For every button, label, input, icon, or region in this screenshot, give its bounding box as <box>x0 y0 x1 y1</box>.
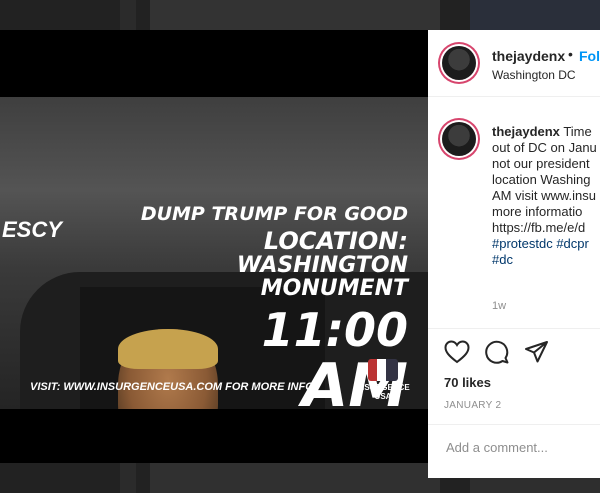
post-header: thejaydenx • Foll Washington DC <box>428 30 600 97</box>
media-line-5: 11:00 <box>261 303 408 358</box>
logo-icon <box>368 359 398 381</box>
comment-input[interactable] <box>444 439 598 456</box>
background-thumbnail <box>150 463 440 493</box>
media-left-text: ESCY <box>2 217 62 242</box>
heart-icon[interactable] <box>444 340 470 364</box>
media-line-1: DUMP TRUMP FOR GOOD <box>140 203 408 225</box>
share-icon[interactable] <box>524 340 550 364</box>
background-thumbnail <box>120 0 136 30</box>
caption-avatar[interactable] <box>442 122 476 156</box>
caption-line: not our president <box>492 156 590 171</box>
caption-username[interactable]: thejaydenx <box>492 124 560 139</box>
media-line-2: LOCATION: <box>263 226 408 255</box>
background-thumbnail <box>150 0 440 30</box>
comment-icon[interactable] <box>484 340 510 364</box>
caption-line: Time <box>563 124 592 139</box>
follow-button[interactable]: Foll <box>579 48 600 64</box>
insurgence-logo: INSURGENCE USA <box>353 359 413 401</box>
caption-line: AM visit www.insu <box>492 188 597 203</box>
caption-line: more informatio <box>492 204 583 219</box>
post-time-ago[interactable]: 1w <box>492 300 506 312</box>
post-image[interactable]: ESCY DUMP TRUMP FOR GOOD LOCATION: WASHI… <box>0 97 428 409</box>
location-link[interactable]: Washington DC <box>492 68 576 82</box>
avatar[interactable] <box>442 46 476 80</box>
username-link[interactable]: thejaydenx <box>492 48 565 64</box>
background-thumbnail <box>120 463 136 493</box>
media-footer-text: VISIT: WWW.INSURGENCEUSA.COM FOR MORE IN… <box>30 381 314 393</box>
hashtag-link[interactable]: #protestdc #dcpr <box>492 236 600 252</box>
caption-link[interactable]: https://fb.me/e/d <box>492 220 600 236</box>
caption-line: out of DC on Janu <box>492 140 597 155</box>
divider <box>428 328 600 329</box>
post-details-panel: thejaydenx • Foll Washington DC thejayde… <box>428 30 600 478</box>
media-line-3: WASHINGTON <box>236 253 408 279</box>
post-caption: thejaydenx Time out of DC on Janu not ou… <box>492 124 600 268</box>
post-date: JANUARY 2 <box>444 400 502 411</box>
likes-count[interactable]: 70 likes <box>444 375 491 390</box>
hashtag-link[interactable]: #dc <box>492 252 600 268</box>
separator-dot: • <box>568 46 573 62</box>
background-thumbnail <box>470 0 600 30</box>
logo-text: INSURGENCE USA <box>356 383 410 401</box>
comment-box <box>428 424 600 479</box>
caption-line: location Washing <box>492 172 591 187</box>
media-line-4: MONUMENT <box>260 276 408 302</box>
